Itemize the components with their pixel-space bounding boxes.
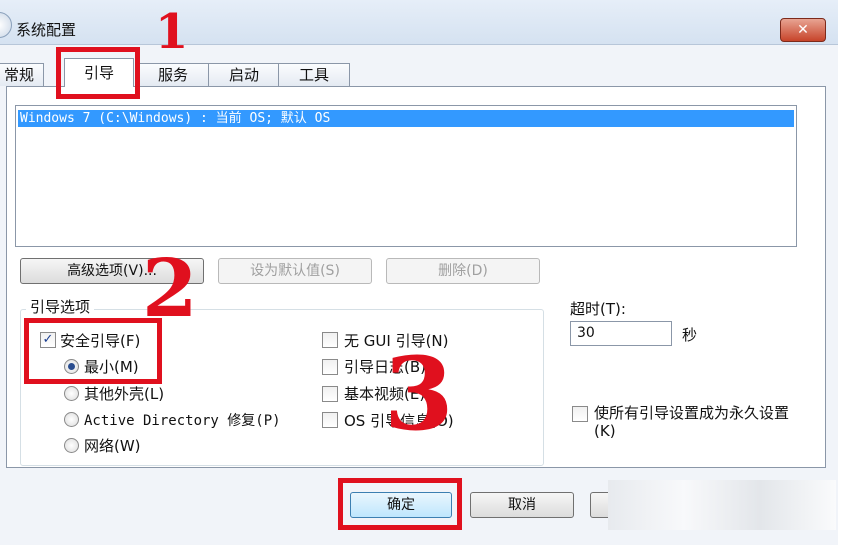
tab-services[interactable]: 服务 [136, 63, 210, 86]
system-config-window: 系统配置 ✕ 常规 引导 服务 启动 工具 Windows 7 (C:\Wind… [0, 0, 838, 545]
os-list-item-selected[interactable]: Windows 7 (C:\Windows) : 当前 OS; 默认 OS [18, 110, 794, 127]
network-radio[interactable] [64, 438, 79, 453]
make-permanent-label: 使所有引导设置成为永久设置(K) [594, 404, 790, 440]
timeout-label: 超时(T): [570, 300, 626, 318]
blurred-watermark [608, 480, 836, 530]
window-title: 系统配置 [16, 21, 77, 39]
set-default-button[interactable]: 设为默认值(S) [218, 258, 372, 284]
cancel-button[interactable]: 取消 [470, 492, 574, 518]
os-boot-info-checkbox[interactable] [322, 412, 338, 428]
network-label: 网络(W) [84, 437, 141, 455]
tab-boot[interactable]: 引导 [64, 58, 134, 87]
app-icon [0, 12, 12, 38]
os-list[interactable]: Windows 7 (C:\Windows) : 当前 OS; 默认 OS [15, 105, 797, 247]
close-button[interactable]: ✕ [780, 18, 826, 42]
boot-options-label: 引导选项 [26, 296, 95, 317]
annotation-box-ok [338, 478, 462, 530]
active-directory-repair-radio[interactable] [64, 412, 79, 427]
annotation-step-3: 3 [384, 335, 454, 453]
timeout-unit: 秒 [682, 326, 698, 344]
no-gui-boot-checkbox[interactable] [322, 332, 338, 348]
title-bar[interactable]: 系统配置 ✕ [0, 0, 838, 45]
annotation-step-1: 1 [155, 4, 189, 60]
tab-tools[interactable]: 工具 [278, 63, 350, 86]
alternate-shell-radio[interactable] [64, 386, 79, 401]
tab-startup[interactable]: 启动 [208, 63, 280, 86]
alternate-shell-label: 其他外壳(L) [84, 385, 165, 403]
annotation-step-2: 2 [142, 241, 198, 335]
active-directory-repair-label: Active Directory 修复(P) [84, 413, 281, 429]
delete-button[interactable]: 删除(D) [386, 258, 540, 284]
timeout-input[interactable]: 30 [570, 321, 672, 346]
tab-general[interactable]: 常规 [0, 63, 44, 86]
boot-log-checkbox[interactable] [322, 359, 338, 375]
close-icon: ✕ [797, 22, 809, 38]
base-video-checkbox[interactable] [322, 386, 338, 402]
make-permanent-checkbox[interactable] [572, 406, 588, 422]
tab-strip: 常规 引导 服务 启动 工具 [0, 58, 838, 87]
